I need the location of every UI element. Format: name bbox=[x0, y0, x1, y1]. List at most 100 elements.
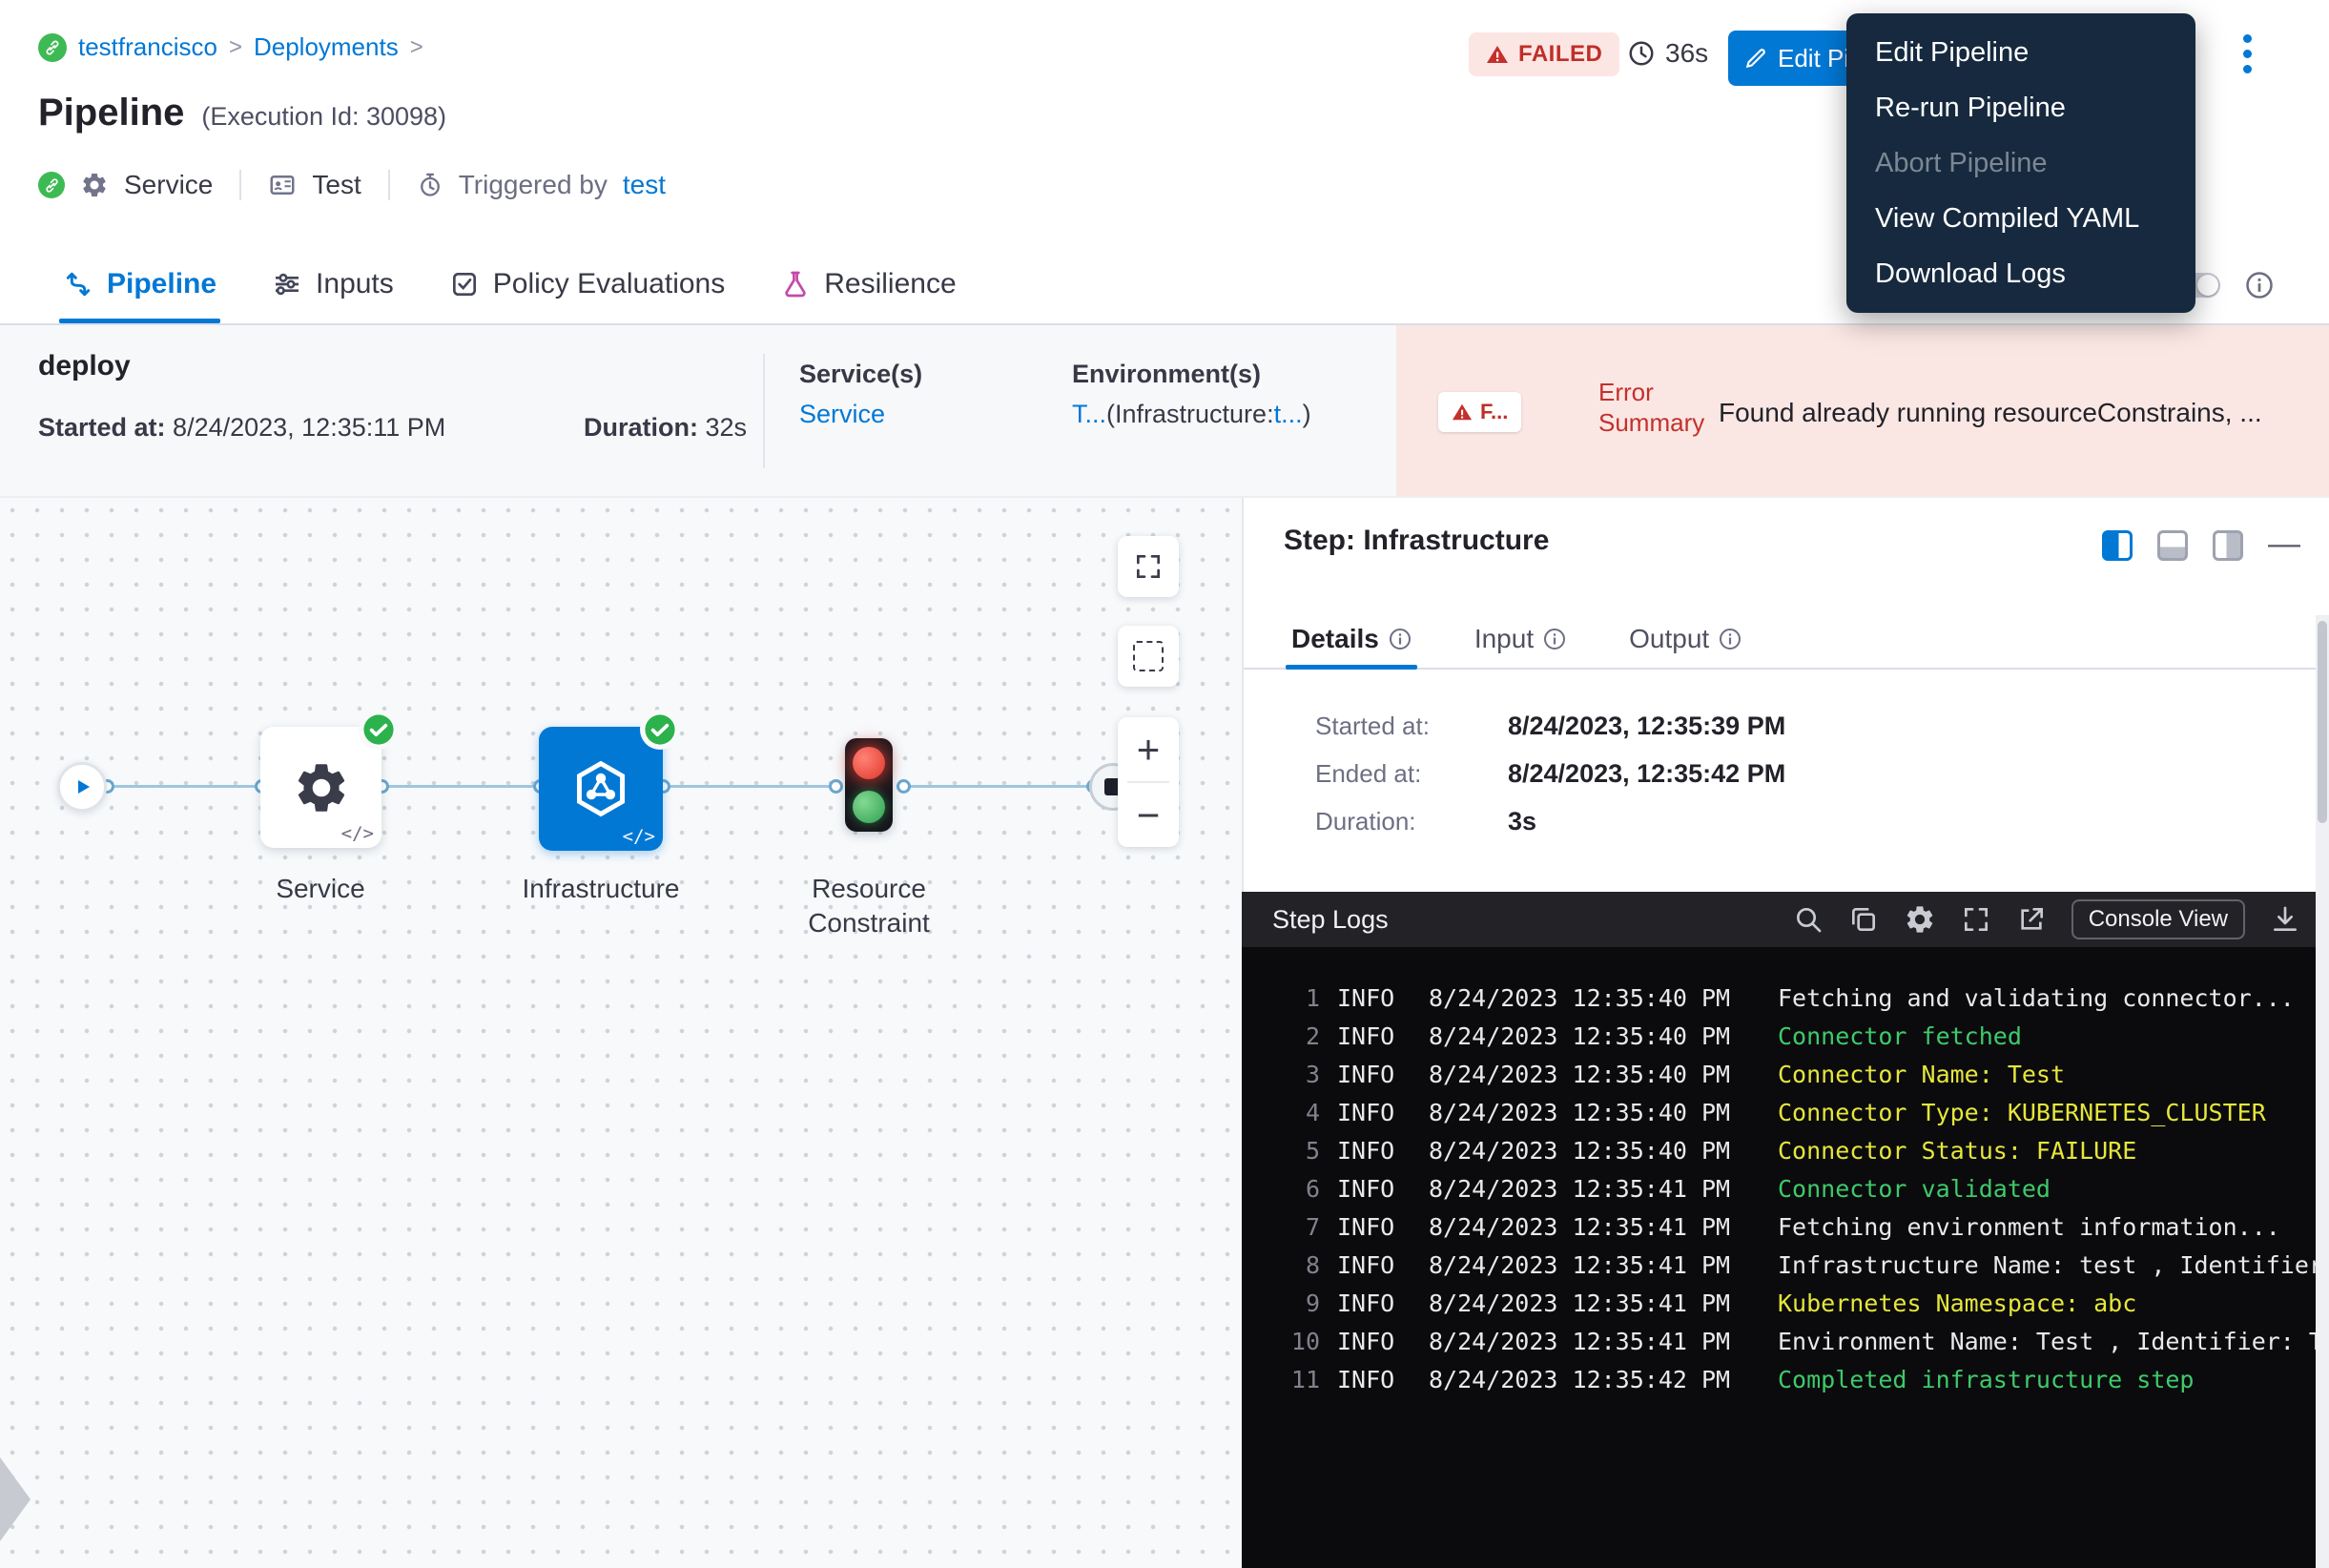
tab-pipeline[interactable]: Pipeline bbox=[63, 245, 216, 323]
field-ended-at: Ended at: 8/24/2023, 12:35:42 PM bbox=[1315, 759, 1785, 789]
environments-label: Environment(s) bbox=[1072, 360, 1261, 389]
log-search-icon[interactable] bbox=[1793, 904, 1824, 935]
menu-item[interactable]: View Compiled YAML bbox=[1846, 191, 2195, 246]
pipeline-meta-row: Service Test Triggered by test bbox=[38, 164, 666, 206]
log-line: 10 INFO 8/24/2023 12:35:41 PM Environmen… bbox=[1242, 1323, 2329, 1361]
services-value-link[interactable]: Service bbox=[799, 400, 885, 429]
edge bbox=[381, 785, 540, 788]
infrastructure-step-node[interactable]: </> bbox=[539, 727, 663, 851]
tab-resilience[interactable]: Resilience bbox=[780, 245, 956, 323]
infrastructure-hexagon-icon bbox=[569, 757, 632, 820]
info-icon[interactable] bbox=[1389, 628, 1412, 650]
tab-details[interactable]: Details bbox=[1291, 610, 1412, 668]
test-name: Test bbox=[312, 170, 361, 200]
zoom-out-button[interactable]: − bbox=[1118, 783, 1179, 847]
minimize-panel-icon[interactable]: — bbox=[2268, 531, 2295, 560]
breadcrumb-separator: > bbox=[410, 34, 423, 61]
page-title: Pipeline bbox=[38, 92, 184, 134]
pipeline-graph-canvas[interactable]: </> Service </> Infrastructure Resource … bbox=[0, 498, 1242, 1568]
step-logs-header: Step Logs Console View bbox=[1242, 892, 2329, 947]
resource-constraint-step-node[interactable] bbox=[845, 738, 893, 832]
code-tag-icon: </> bbox=[341, 823, 374, 844]
environments-value-link[interactable]: T...(Infrastructure:t...) bbox=[1072, 400, 1311, 429]
menu-item[interactable]: Download Logs bbox=[1846, 246, 2195, 301]
node-label-service: Service bbox=[225, 872, 416, 906]
more-options-kebab-icon[interactable] bbox=[2243, 34, 2252, 73]
canvas-zoom-controls: + − bbox=[1118, 717, 1179, 847]
field-started-at: Started at: 8/24/2023, 12:35:39 PM bbox=[1315, 712, 1785, 741]
success-check-icon bbox=[362, 713, 395, 746]
clock-icon bbox=[1627, 39, 1656, 68]
log-line: 5 INFO 8/24/2023 12:35:40 PM Connector S… bbox=[1242, 1132, 2329, 1170]
error-summary-label: Error Summary bbox=[1598, 377, 1717, 438]
log-line: 1 INFO 8/24/2023 12:35:40 PM Fetching an… bbox=[1242, 980, 2329, 1018]
layout-bottom-view-icon[interactable] bbox=[2157, 530, 2188, 561]
tab-input[interactable]: Input bbox=[1474, 610, 1566, 668]
log-line: 3 INFO 8/24/2023 12:35:40 PM Connector N… bbox=[1242, 1056, 2329, 1094]
breadcrumb-deployments-link[interactable]: Deployments bbox=[254, 32, 399, 62]
title-row: Pipeline (Execution Id: 30098) bbox=[38, 92, 446, 134]
resilience-flask-icon bbox=[780, 269, 811, 299]
pipeline-execution-page: testfrancisco > Deployments > Pipeline (… bbox=[0, 0, 2329, 1568]
menu-item[interactable]: Edit Pipeline bbox=[1846, 25, 2195, 80]
menu-item[interactable]: Re-run Pipeline bbox=[1846, 80, 2195, 135]
traffic-light-red bbox=[853, 747, 885, 779]
menu-item[interactable]: Abort Pipeline bbox=[1846, 135, 2195, 191]
warning-icon bbox=[1452, 402, 1473, 423]
canvas-marquee-select-button[interactable] bbox=[1118, 626, 1179, 687]
edge bbox=[95, 785, 261, 788]
service-step-node[interactable]: </> bbox=[260, 727, 381, 848]
log-fullscreen-icon[interactable] bbox=[1961, 904, 1991, 935]
layout-right-view-icon[interactable] bbox=[2213, 530, 2243, 561]
stage-duration: Duration: 32s bbox=[584, 413, 747, 443]
scrollbar-thumb[interactable] bbox=[2318, 621, 2327, 823]
status-badge: FAILED bbox=[1469, 32, 1619, 76]
vertical-scrollbar[interactable] bbox=[2316, 615, 2329, 1568]
log-line: 9 INFO 8/24/2023 12:35:41 PM Kubernetes … bbox=[1242, 1285, 2329, 1323]
pipeline-start-node[interactable] bbox=[57, 762, 107, 812]
layout-split-view-icon[interactable] bbox=[2102, 530, 2133, 561]
log-download-icon[interactable] bbox=[2270, 904, 2300, 935]
log-copy-icon[interactable] bbox=[1848, 904, 1879, 935]
stopwatch-icon bbox=[417, 172, 443, 198]
node-label-infrastructure: Infrastructure bbox=[505, 872, 696, 906]
log-external-link-icon[interactable] bbox=[2016, 904, 2047, 935]
expand-icon bbox=[1133, 551, 1164, 582]
log-line: 8 INFO 8/24/2023 12:35:41 PM Infrastruct… bbox=[1242, 1247, 2329, 1285]
divider bbox=[388, 170, 390, 200]
pencil-icon bbox=[1743, 46, 1768, 71]
step-panel-layout-controls: — bbox=[2102, 530, 2295, 561]
console-view-button[interactable]: Console View bbox=[2071, 899, 2245, 939]
breadcrumb-separator: > bbox=[229, 34, 242, 61]
play-icon bbox=[71, 775, 93, 798]
services-label: Service(s) bbox=[799, 360, 922, 389]
tab-inputs[interactable]: Inputs bbox=[272, 245, 394, 323]
log-line: 7 INFO 8/24/2023 12:35:41 PM Fetching en… bbox=[1242, 1208, 2329, 1247]
step-details-panel: Step: Infrastructure — Details Input Out… bbox=[1242, 498, 2329, 892]
stage-summary-bar: deploy Started at: 8/24/2023, 12:35:11 P… bbox=[0, 325, 2329, 498]
info-icon[interactable] bbox=[1719, 628, 1742, 650]
log-settings-gear-icon[interactable] bbox=[1904, 903, 1936, 936]
log-lines: 1 INFO 8/24/2023 12:35:40 PM Fetching an… bbox=[1242, 947, 2329, 1568]
info-icon[interactable] bbox=[1543, 628, 1566, 650]
edge bbox=[663, 785, 835, 788]
left-panel-collapse-handle[interactable] bbox=[0, 1457, 31, 1541]
cd-module-icon bbox=[38, 172, 65, 198]
service-name: Service bbox=[124, 170, 213, 200]
breadcrumb-project-link[interactable]: testfrancisco bbox=[78, 32, 217, 62]
tab-policy-evaluations[interactable]: Policy Evaluations bbox=[449, 245, 725, 323]
edge-endpoint bbox=[829, 779, 843, 794]
id-card-icon bbox=[268, 171, 297, 199]
info-icon[interactable] bbox=[2245, 271, 2274, 299]
execution-duration: 36s bbox=[1627, 38, 1708, 69]
tab-output[interactable]: Output bbox=[1629, 610, 1742, 668]
divider bbox=[763, 354, 765, 468]
step-detail-fields: Started at: 8/24/2023, 12:35:39 PM Ended… bbox=[1315, 712, 1785, 836]
stage-started: Started at: 8/24/2023, 12:35:11 PM bbox=[38, 413, 445, 443]
field-duration: Duration: 3s bbox=[1315, 807, 1785, 836]
zoom-in-button[interactable]: + bbox=[1118, 717, 1179, 781]
traffic-light-green bbox=[853, 791, 885, 823]
step-logs-console: Step Logs Console View 1 INFO 8/24/2023 … bbox=[1242, 892, 2329, 1568]
canvas-fullscreen-button[interactable] bbox=[1118, 536, 1179, 597]
triggered-by-user-link[interactable]: test bbox=[623, 170, 666, 200]
